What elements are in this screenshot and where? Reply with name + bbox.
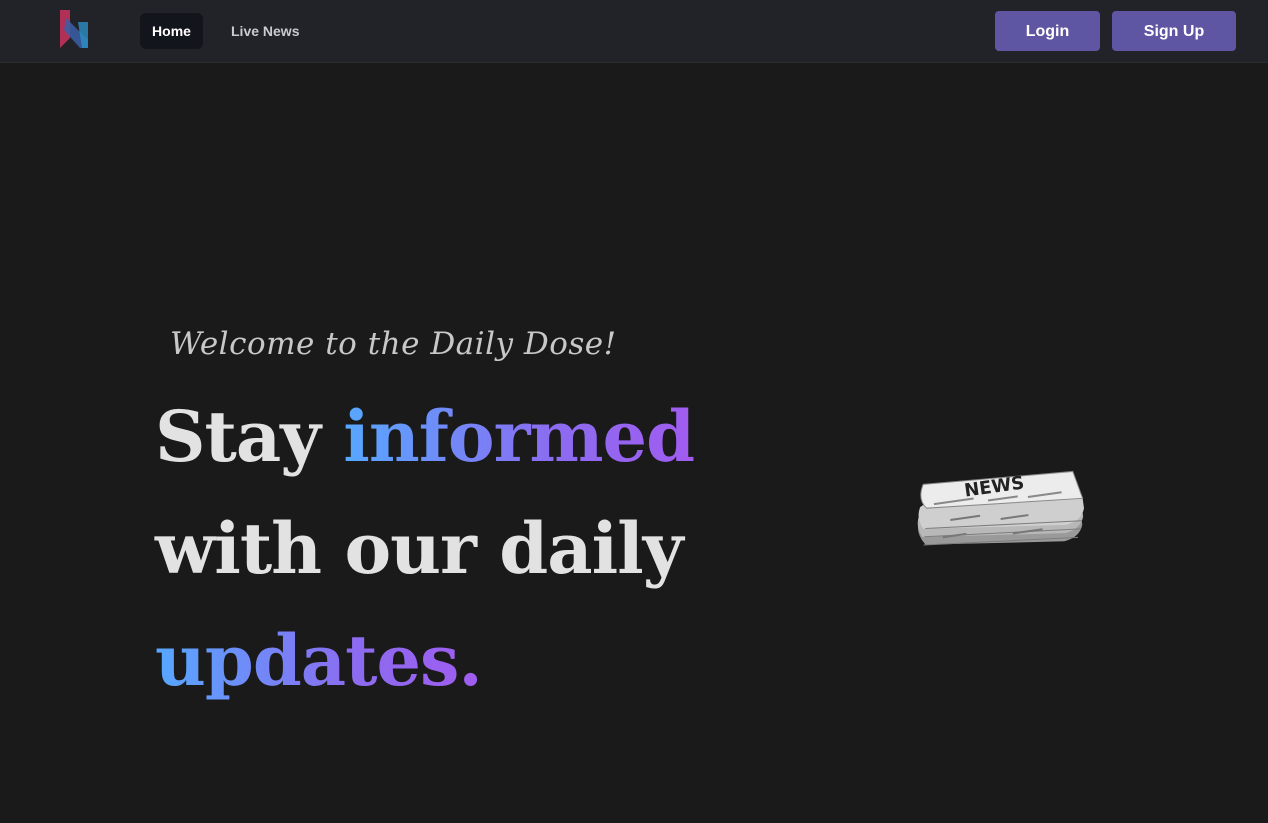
- headline-accent-text: informed: [343, 395, 695, 478]
- welcome-tagline: Welcome to the Daily Dose!: [170, 326, 617, 362]
- nav-home-link[interactable]: Home: [140, 13, 203, 49]
- newspaper-illustration: NEWS: [910, 452, 1090, 576]
- headline-accent-text: updates.: [155, 619, 483, 702]
- headline-line-2: with our daily: [155, 507, 683, 590]
- login-button[interactable]: Login: [995, 11, 1100, 51]
- headline-line-1: Stay informed: [155, 402, 695, 472]
- signup-button[interactable]: Sign Up: [1112, 11, 1236, 51]
- brand-logo-icon[interactable]: [56, 8, 94, 50]
- top-navbar: Home Live News Login Sign Up: [0, 0, 1268, 63]
- nav-live-news-link[interactable]: Live News: [219, 13, 311, 49]
- headline-line-3: updates.: [155, 626, 483, 696]
- headline-plain-text: Stay: [155, 395, 344, 478]
